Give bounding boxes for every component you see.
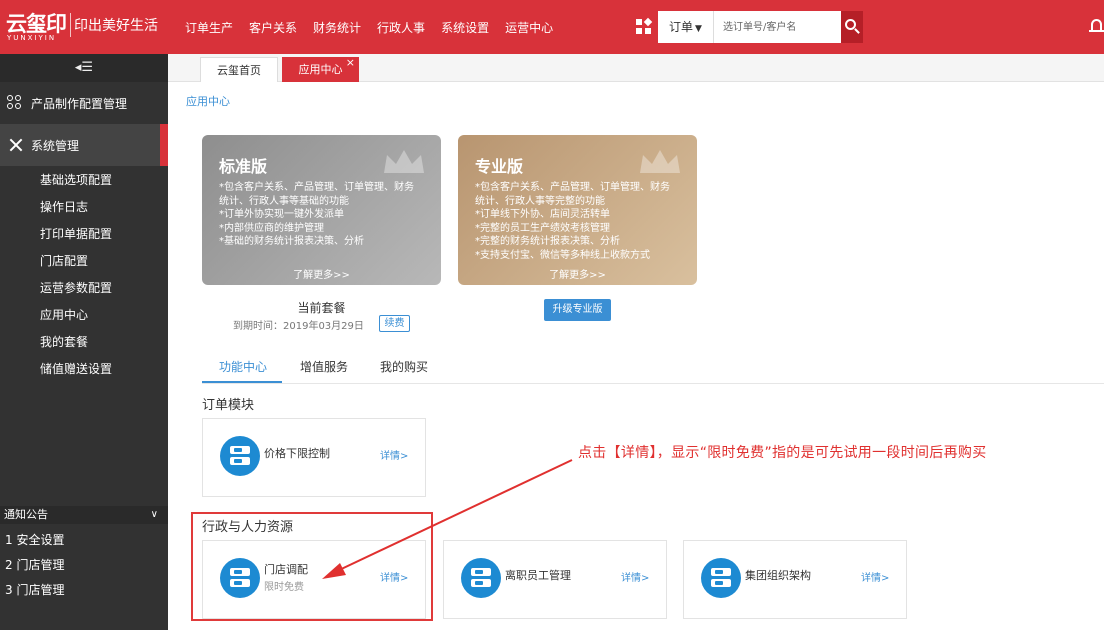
sidebar-collapse-button[interactable]: ◂☰ <box>0 54 168 82</box>
tab-app-center[interactable]: 应用中心 × <box>282 56 359 82</box>
logo-divider <box>70 13 71 37</box>
plan-features: *包含客户关系、产品管理、订单管理、财务 统计、行政人事等基础的功能 *订单外协… <box>219 181 431 249</box>
expire-date: 到期时间：2019年03月29日 <box>233 321 364 332</box>
notice-title: 通知公告 <box>4 508 48 521</box>
sidebar-group-product-config[interactable]: 产品制作配置管理 <box>0 82 168 124</box>
chevron-down-icon: ▼ <box>695 24 702 34</box>
tools-icon <box>7 137 23 153</box>
sidebar-item-operation-log[interactable]: 操作日志 <box>0 194 168 221</box>
current-plan-label: 当前套餐 <box>297 301 346 315</box>
close-icon[interactable]: × <box>346 50 355 75</box>
sidebar-group-label: 系统管理 <box>31 139 80 153</box>
crown-icon <box>384 150 424 173</box>
tab-home[interactable]: 云玺首页 <box>200 57 278 82</box>
nav-item-operation-center[interactable]: 运营中心 <box>505 19 553 36</box>
plan-feature: *完整的员工生产绩效考核管理 <box>475 222 610 234</box>
section-title-order: 订单模块 <box>202 398 255 413</box>
tab-my-purchases[interactable]: 我的购买 <box>380 358 428 375</box>
module-icon <box>220 436 260 476</box>
search-type-label: 订单 <box>669 20 694 34</box>
apps-grid-icon[interactable] <box>636 17 653 35</box>
active-tab-underline <box>202 381 282 383</box>
module-name: 离职员工管理 <box>505 569 571 582</box>
sidebar-item-stored-value[interactable]: 储值赠送设置 <box>0 356 168 383</box>
grid-circles-icon <box>7 95 23 111</box>
logo-subtitle: YUNXIYIN <box>7 34 57 42</box>
tab-value-added[interactable]: 增值服务 <box>300 358 348 375</box>
sidebar-item-app-center[interactable]: 应用中心 <box>0 302 168 329</box>
nav-item-customer-relations[interactable]: 客户关系 <box>249 19 297 36</box>
search-input[interactable] <box>716 11 841 43</box>
plan-feature: *订单外协实现一键外发派单 <box>219 209 344 220</box>
module-name: 集团组织架构 <box>745 569 811 582</box>
logo-slogan: 印出美好生活 <box>74 18 158 34</box>
nav-item-system-settings[interactable]: 系统设置 <box>441 19 489 36</box>
notice-header[interactable]: 通知公告 ∨ <box>0 506 168 524</box>
notice-item[interactable]: 1 安全设置 <box>0 528 168 553</box>
sidebar-group-label: 产品制作配置管理 <box>31 97 128 111</box>
plan-learn-more-link[interactable]: 了解更多>> <box>458 266 697 281</box>
module-detail-link[interactable]: 详情> <box>621 569 649 584</box>
plan-feature: *包含客户关系、产品管理、订单管理、财务 <box>475 182 670 193</box>
plan-title: 专业版 <box>475 157 524 176</box>
sidebar-item-basic-options[interactable]: 基础选项配置 <box>0 167 168 194</box>
top-bar: 云玺印 YUNXIYIN 印出美好生活 订单生产 客户关系 财务统计 行政人事 … <box>0 0 1104 54</box>
sidebar-item-store-config[interactable]: 门店配置 <box>0 248 168 275</box>
plan-feature: 统计、行政人事等完整的功能 <box>475 195 605 207</box>
tab-bar: 云玺首页 应用中心 × <box>168 54 1104 82</box>
chevron-down-icon: ∨ <box>150 509 158 520</box>
sidebar-item-operation-params[interactable]: 运营参数配置 <box>0 275 168 302</box>
upgrade-pro-button[interactable]: 升级专业版 <box>544 299 611 321</box>
module-name: 价格下限控制 <box>264 447 330 460</box>
module-detail-link[interactable]: 详情> <box>380 447 408 462</box>
sidebar: ◂☰ 产品制作配置管理 系统管理 基础选项配置 操作日志 打印单据配置 门店配置… <box>0 54 168 630</box>
function-tabs: 功能中心 增值服务 我的购买 <box>202 352 1104 384</box>
plan-feature: *订单线下外协、店间灵活转单 <box>475 209 610 220</box>
breadcrumb[interactable]: 应用中心 <box>186 93 230 109</box>
plan-feature: 统计、行政人事等基础的功能 <box>219 195 349 207</box>
renew-button[interactable]: 续费 <box>379 315 410 332</box>
plan-feature: *内部供应商的维护管理 <box>219 222 324 234</box>
plan-card-pro: 专业版 *包含客户关系、产品管理、订单管理、财务 统计、行政人事等完整的功能 *… <box>458 135 697 285</box>
plan-learn-more-link[interactable]: 了解更多>> <box>202 266 441 281</box>
nav-item-order-production[interactable]: 订单生产 <box>185 19 233 36</box>
tab-label: 应用中心 <box>298 63 343 76</box>
module-card-price-floor[interactable]: 价格下限控制 详情> <box>202 418 426 497</box>
notice-list: 1 安全设置 2 门店管理 3 门店管理 <box>0 528 168 603</box>
notice-item[interactable]: 2 门店管理 <box>0 553 168 578</box>
plan-feature: *基础的财务统计报表决策、分析 <box>219 236 364 247</box>
sidebar-item-my-plan[interactable]: 我的套餐 <box>0 329 168 356</box>
notice-item[interactable]: 3 门店管理 <box>0 578 168 603</box>
module-card-group-org[interactable]: 集团组织架构 详情> <box>683 540 907 619</box>
plan-feature: *包含客户关系、产品管理、订单管理、财务 <box>219 182 414 193</box>
plan-feature: *支持支付宝、微信等多种线上收款方式 <box>475 249 650 261</box>
plan-feature: *完整的财务统计报表决策、分析 <box>475 236 620 247</box>
crown-icon <box>640 150 680 173</box>
plan-features: *包含客户关系、产品管理、订单管理、财务 统计、行政人事等完整的功能 *订单线下… <box>475 181 687 262</box>
search-box: 订单 ▼ <box>658 11 863 43</box>
module-card-resigned-staff[interactable]: 离职员工管理 详情> <box>443 540 667 619</box>
search-type-select[interactable]: 订单 ▼ <box>658 11 714 43</box>
module-icon <box>701 558 741 598</box>
nav-item-finance[interactable]: 财务统计 <box>313 19 361 36</box>
nav-item-hr[interactable]: 行政人事 <box>377 19 425 36</box>
search-button[interactable] <box>841 11 863 43</box>
sidebar-sub-list: 基础选项配置 操作日志 打印单据配置 门店配置 运营参数配置 应用中心 我的套餐… <box>0 167 168 383</box>
tab-function-center[interactable]: 功能中心 <box>219 358 267 375</box>
module-icon <box>461 558 501 598</box>
annotation-highlight-box <box>191 512 433 621</box>
module-detail-link[interactable]: 详情> <box>861 569 889 584</box>
plan-card-standard: 标准版 *包含客户关系、产品管理、订单管理、财务 统计、行政人事等基础的功能 *… <box>202 135 441 285</box>
bell-icon[interactable] <box>1089 17 1104 35</box>
sidebar-item-print-config[interactable]: 打印单据配置 <box>0 221 168 248</box>
sidebar-group-system-management[interactable]: 系统管理 <box>0 124 168 166</box>
top-nav: 订单生产 客户关系 财务统计 行政人事 系统设置 运营中心 <box>185 19 553 36</box>
annotation-text: 点击【详情】，显示“限时免费”指的是可先试用一段时间后再购买 <box>578 445 987 461</box>
plan-title: 标准版 <box>219 157 268 176</box>
